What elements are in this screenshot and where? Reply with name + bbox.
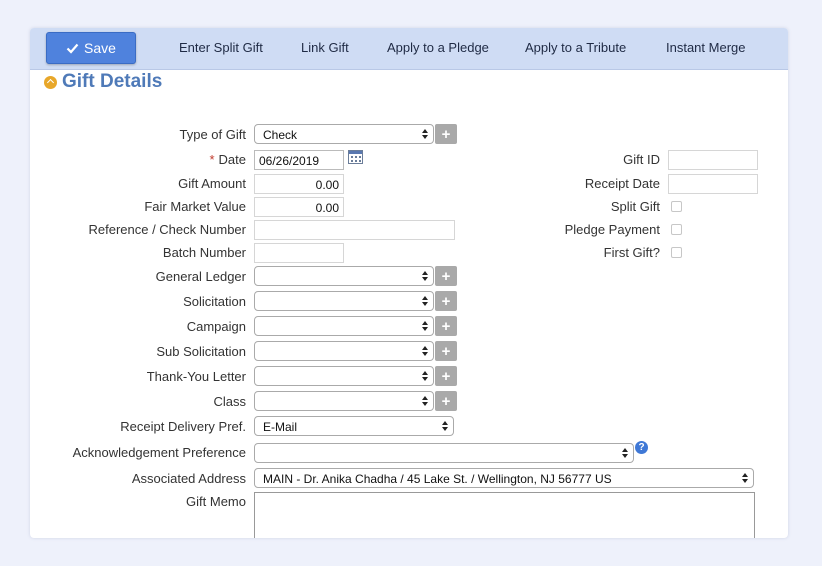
- solicitation-select[interactable]: [254, 291, 434, 311]
- apply-to-tribute-link[interactable]: Apply to a Tribute: [525, 40, 626, 55]
- apply-to-pledge-link[interactable]: Apply to a Pledge: [387, 40, 489, 55]
- class-label: Class: [213, 394, 246, 409]
- section-header[interactable]: Gift Details: [44, 71, 162, 93]
- split-gift-checkbox[interactable]: [671, 201, 682, 212]
- campaign-label: Campaign: [186, 319, 246, 334]
- associated-address-select[interactable]: MAIN - Dr. Anika Chadha / 45 Lake St. / …: [254, 468, 754, 488]
- select-arrows-icon: [422, 320, 428, 332]
- save-button-label: Save: [84, 40, 116, 56]
- add-campaign-button[interactable]: +: [435, 316, 457, 336]
- add-type-of-gift-button[interactable]: +: [435, 124, 457, 144]
- receipt-date-input[interactable]: [668, 174, 758, 194]
- fair-market-value-label: Fair Market Value: [144, 199, 246, 214]
- type-of-gift-value: Check: [263, 128, 298, 142]
- checkmark-icon: [66, 43, 79, 54]
- plus-icon: +: [441, 267, 451, 285]
- collapse-icon[interactable]: [44, 75, 57, 89]
- toolbar: Save Enter Split Gift Link Gift Apply to…: [30, 28, 788, 70]
- date-input[interactable]: 06/26/2019: [254, 150, 344, 170]
- general-ledger-label: General Ledger: [155, 269, 246, 284]
- required-marker: *: [209, 152, 215, 167]
- plus-icon: +: [441, 392, 451, 410]
- link-gift-link[interactable]: Link Gift: [301, 40, 349, 55]
- select-arrows-icon: [742, 472, 748, 484]
- sub-solicitation-label: Sub Solicitation: [156, 344, 246, 359]
- add-class-button[interactable]: +: [435, 391, 457, 411]
- instant-merge-link[interactable]: Instant Merge: [666, 40, 746, 55]
- general-ledger-select[interactable]: [254, 266, 434, 286]
- split-gift-label: Split Gift: [610, 199, 660, 214]
- sub-solicitation-select[interactable]: [254, 341, 434, 361]
- plus-icon: +: [441, 342, 451, 360]
- first-gift-label: First Gift?: [603, 245, 660, 260]
- gift-id-input[interactable]: [668, 150, 758, 170]
- select-arrows-icon: [622, 447, 628, 459]
- plus-icon: +: [441, 292, 451, 310]
- gift-amount-label: Gift Amount: [178, 176, 246, 191]
- first-gift-checkbox[interactable]: [671, 247, 682, 258]
- add-thank-you-letter-button[interactable]: +: [435, 366, 457, 386]
- calendar-icon[interactable]: [348, 150, 363, 164]
- acknowledgement-preference-label: Acknowledgement Preference: [72, 445, 246, 460]
- plus-icon: +: [441, 317, 451, 335]
- help-icon[interactable]: ?: [635, 441, 648, 454]
- plus-icon: +: [441, 125, 451, 143]
- select-arrows-icon: [422, 345, 428, 357]
- receipt-date-label: Receipt Date: [584, 176, 660, 191]
- receipt-delivery-pref-value: E-Mail: [263, 420, 298, 434]
- pledge-payment-label: Pledge Payment: [564, 222, 660, 237]
- type-of-gift-select[interactable]: Check: [254, 124, 434, 144]
- fair-market-value-input[interactable]: 0.00: [254, 197, 344, 217]
- solicitation-label: Solicitation: [183, 294, 246, 309]
- reference-check-number-label: Reference / Check Number: [88, 222, 246, 237]
- select-arrows-icon: [422, 128, 428, 140]
- batch-number-input[interactable]: [254, 243, 344, 263]
- pledge-payment-checkbox[interactable]: [671, 224, 682, 235]
- date-label: * Date: [209, 152, 246, 167]
- receipt-delivery-pref-label: Receipt Delivery Pref.: [120, 419, 246, 434]
- select-arrows-icon: [422, 270, 428, 282]
- select-arrows-icon: [442, 420, 448, 432]
- reference-check-number-input[interactable]: [254, 220, 455, 240]
- class-select[interactable]: [254, 391, 434, 411]
- select-arrows-icon: [422, 370, 428, 382]
- select-arrows-icon: [422, 395, 428, 407]
- thank-you-letter-label: Thank-You Letter: [146, 369, 246, 384]
- add-general-ledger-button[interactable]: +: [435, 266, 457, 286]
- type-of-gift-label: Type of Gift: [179, 127, 246, 142]
- plus-icon: +: [441, 367, 451, 385]
- add-solicitation-button[interactable]: +: [435, 291, 457, 311]
- campaign-select[interactable]: [254, 316, 434, 336]
- add-sub-solicitation-button[interactable]: +: [435, 341, 457, 361]
- select-arrows-icon: [422, 295, 428, 307]
- date-label-text: Date: [218, 152, 246, 167]
- associated-address-value: MAIN - Dr. Anika Chadha / 45 Lake St. / …: [263, 472, 612, 486]
- receipt-delivery-pref-select[interactable]: E-Mail: [254, 416, 454, 436]
- acknowledgement-preference-select[interactable]: [254, 443, 634, 463]
- save-button[interactable]: Save: [46, 32, 136, 64]
- gift-amount-input[interactable]: 0.00: [254, 174, 344, 194]
- gift-details-panel: Save Enter Split Gift Link Gift Apply to…: [30, 28, 788, 538]
- associated-address-label: Associated Address: [131, 471, 246, 486]
- batch-number-label: Batch Number: [162, 245, 246, 260]
- thank-you-letter-select[interactable]: [254, 366, 434, 386]
- enter-split-gift-link[interactable]: Enter Split Gift: [179, 40, 263, 55]
- section-title: Gift Details: [62, 71, 163, 92]
- gift-id-label: Gift ID: [623, 152, 660, 167]
- gift-memo-label: Gift Memo: [186, 494, 246, 509]
- gift-memo-textarea[interactable]: [254, 492, 755, 538]
